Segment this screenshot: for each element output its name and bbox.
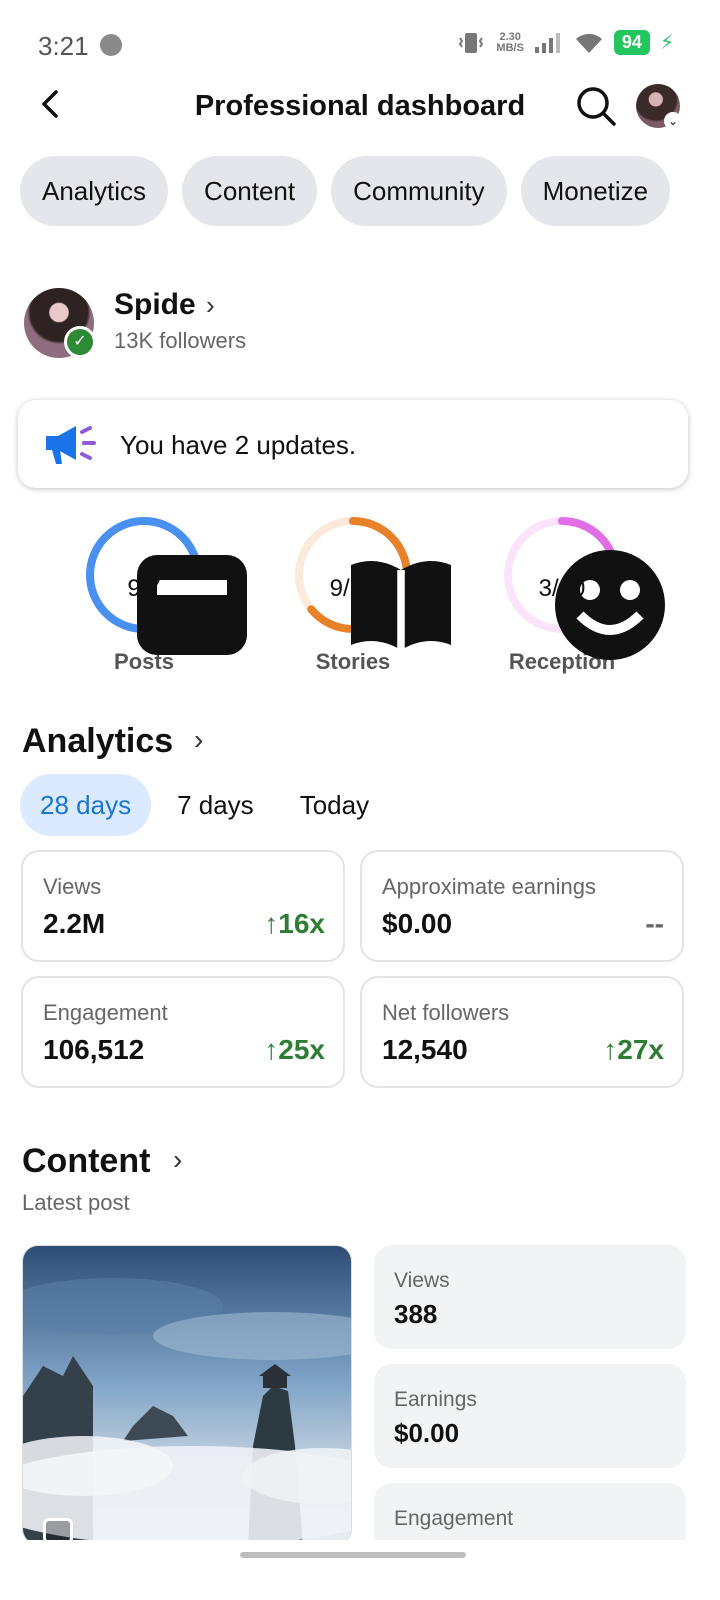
section-tabs: Analytics Content Community Monetize (20, 156, 671, 226)
status-bar: 3:21 2.30 MB/S 94 ⚡ (0, 0, 720, 88)
latest-post-label: Latest post (22, 1190, 130, 1215)
period-7-days[interactable]: 7 days (157, 774, 274, 836)
stat-change: ↑16x (264, 908, 325, 940)
stat-card-engagement[interactable]: Engagement 106,512 ↑25x (21, 976, 345, 1088)
updates-text: You have 2 updates. (120, 430, 357, 460)
stat-label: Views (43, 874, 102, 899)
stat-card-earnings[interactable]: Approximate earnings $0.00 -- (360, 850, 684, 962)
period-28-days[interactable]: 28 days (20, 774, 152, 836)
post-image (23, 1246, 351, 1544)
book-icon (351, 561, 451, 650)
tab-analytics[interactable]: Analytics (20, 156, 169, 226)
stat-change: ↑25x (264, 1034, 325, 1066)
post-stat-label: Views (394, 1269, 450, 1292)
updates-card[interactable]: You have 2 updates. (18, 400, 688, 488)
system-nav-bar (0, 1540, 720, 1600)
arrow-up-icon: ↑ (264, 1034, 279, 1065)
post-stat-label: Earnings (394, 1388, 477, 1411)
verified-check-icon: ✓ (64, 326, 96, 358)
net-speed: 2.30 MB/S (496, 30, 524, 54)
post-stat-value: $0.00 (394, 1418, 460, 1448)
period-today[interactable]: Today (280, 774, 389, 836)
home-indicator[interactable] (240, 1552, 466, 1558)
stat-label: Engagement (43, 1000, 168, 1025)
stat-value: 106,512 (43, 1034, 145, 1065)
post-stat-label: Engagement (394, 1507, 514, 1530)
net-speed-unit: MB/S (496, 41, 524, 54)
goal-rings: 9/7 Posts 9/14 Stories 3/10 Reception (0, 515, 720, 685)
post-stat-value: 388 (394, 1299, 438, 1329)
stat-label: Approximate earnings (382, 874, 597, 899)
stat-card-net-followers[interactable]: Net followers 12,540 ↑27x (360, 976, 684, 1088)
chevron-right-icon[interactable]: › (173, 1144, 182, 1176)
search-icon[interactable] (574, 84, 618, 128)
stat-change-value: 16x (278, 908, 325, 939)
messenger-icon (100, 34, 122, 56)
net-speed-value: 2.30 (499, 30, 521, 43)
chevron-right-icon[interactable]: › (194, 724, 203, 756)
stat-card-views[interactable]: Views 2.2M ↑16x (21, 850, 345, 962)
analytics-title[interactable]: Analytics (22, 722, 173, 761)
post-stat-earnings: Earnings $0.00 (374, 1364, 686, 1468)
stat-change-value: 25x (278, 1034, 325, 1065)
ring-value: 3/10 (538, 575, 586, 602)
ring-value: 9/14 (329, 575, 377, 602)
app-header: Professional dashboard ⌄ (0, 78, 720, 134)
stat-value: $0.00 (382, 908, 453, 939)
stat-label: Net followers (382, 1000, 510, 1025)
ring-stories[interactable]: 9/14 Stories (293, 515, 451, 675)
status-time: 3:21 (38, 31, 89, 61)
battery-icon: 94 (613, 30, 650, 55)
ring-reception[interactable]: 3/10 Reception (502, 515, 665, 675)
post-icon (137, 555, 247, 655)
stat-change-value: 27x (617, 1034, 664, 1065)
stat-change: -- (645, 908, 664, 939)
arrow-up-icon: ↑ (603, 1034, 618, 1065)
tab-community[interactable]: Community (331, 156, 507, 226)
follower-count: 13K followers (114, 328, 247, 353)
tab-content[interactable]: Content (182, 156, 318, 226)
latest-post-thumbnail[interactable] (22, 1245, 352, 1545)
status-icons: 2.30 MB/S 94 ⚡ (456, 30, 674, 55)
ring-posts[interactable]: 9/7 Posts (84, 515, 247, 675)
signal-icon (534, 32, 560, 53)
chevron-right-icon[interactable]: › (206, 290, 215, 321)
stat-change: ↑27x (603, 1034, 664, 1066)
stat-value: 2.2M (43, 908, 106, 939)
tab-monetize[interactable]: Monetize (520, 156, 671, 226)
charging-icon: ⚡ (659, 32, 674, 54)
profile-name[interactable]: Spide (114, 288, 196, 322)
content-title[interactable]: Content (22, 1142, 150, 1181)
wifi-icon (575, 33, 602, 53)
megaphone-icon (46, 426, 96, 464)
vibrate-icon (459, 32, 484, 53)
arrow-up-icon: ↑ (264, 908, 279, 939)
ring-value: 9/7 (127, 575, 161, 602)
stat-value: 12,540 (382, 1034, 468, 1065)
period-selector: 28 days 7 days Today (20, 774, 389, 836)
smiley-icon (555, 550, 665, 660)
chevron-down-icon[interactable]: ⌄ (664, 112, 682, 130)
post-stat-views: Views 388 (374, 1245, 686, 1349)
post-stat-engagement: Engagement (374, 1483, 686, 1540)
